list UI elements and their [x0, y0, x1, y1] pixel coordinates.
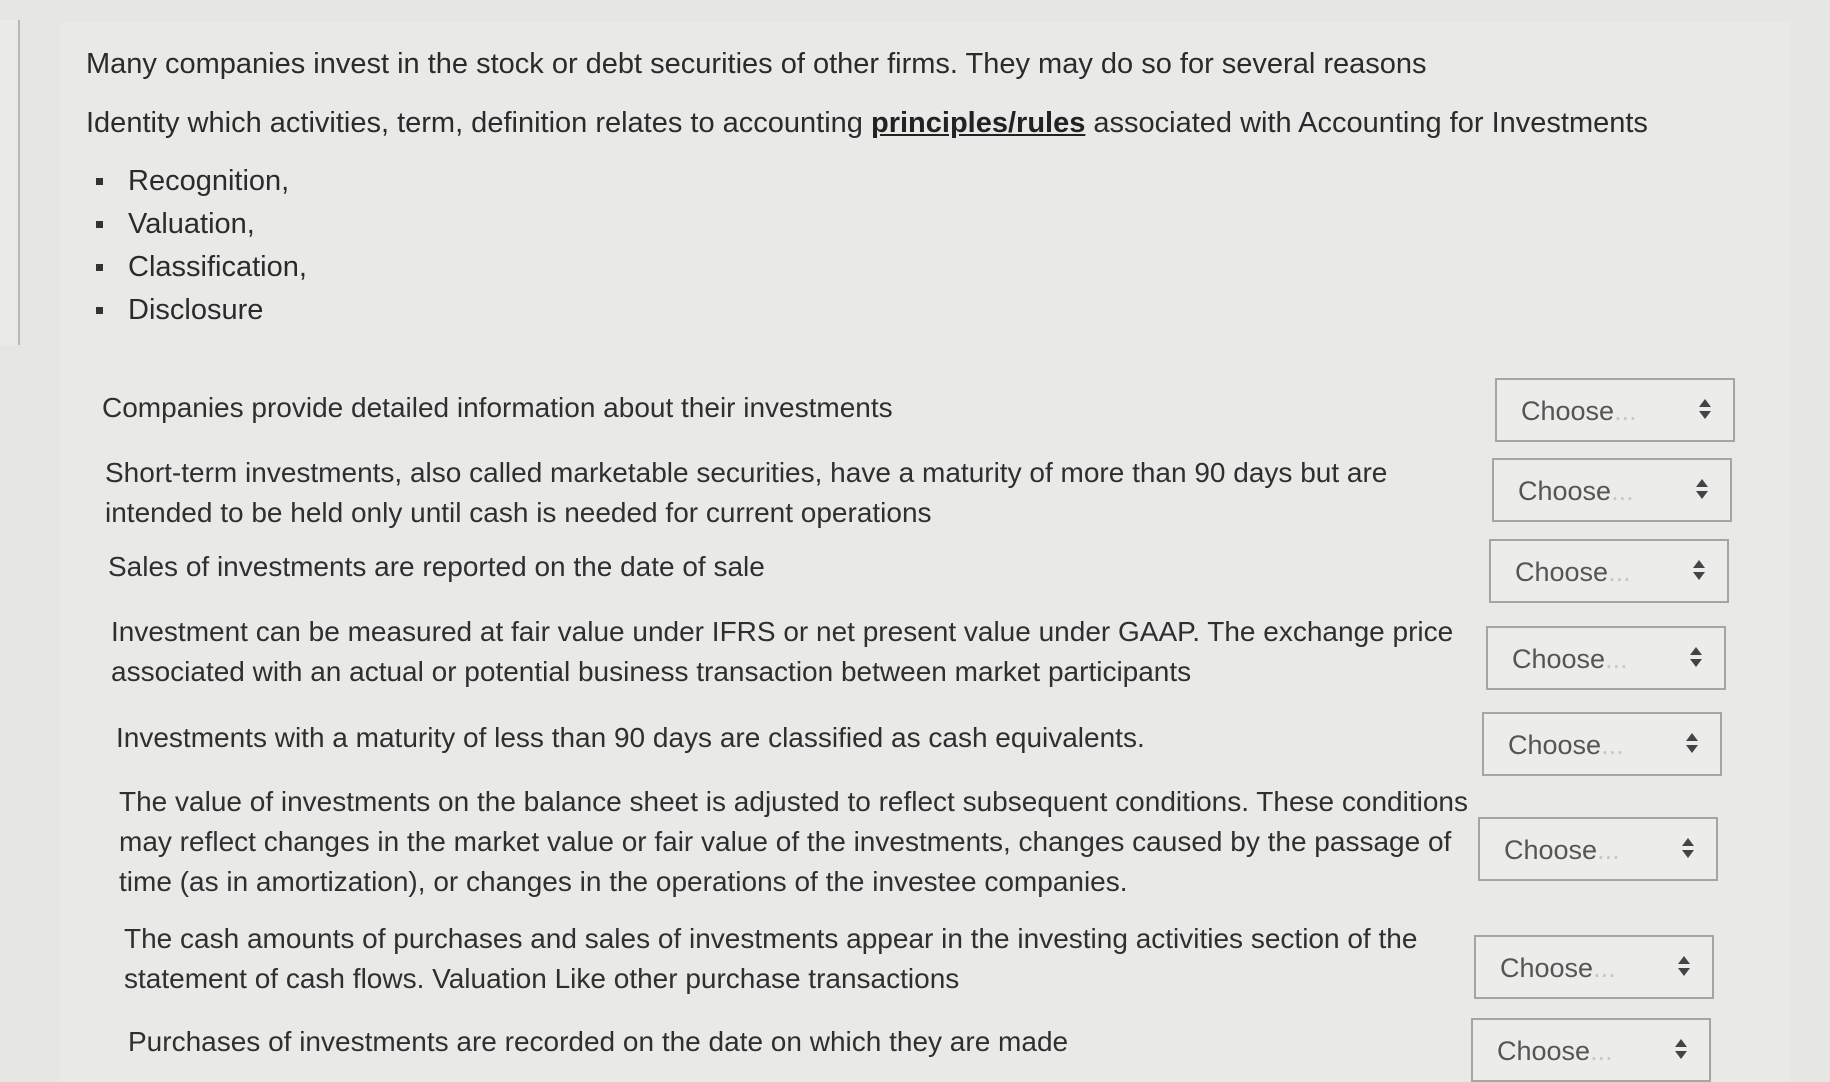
select-value: Choose [1521, 395, 1637, 427]
category-list: Recognition, Valuation, Classification, … [96, 160, 307, 332]
select-value: Choose [1504, 834, 1620, 866]
category-item-classification: Classification, [96, 246, 307, 289]
updown-arrows-icon [1696, 479, 1708, 501]
updown-arrows-icon [1678, 956, 1690, 978]
answer-select-6[interactable]: Choose [1478, 817, 1718, 881]
updown-arrows-icon [1675, 1039, 1687, 1061]
question-text-7: The cash amounts of purchases and sales … [124, 923, 1418, 994]
intro-text: Many companies invest in the stock or de… [86, 48, 1427, 80]
category-item-recognition: Recognition, [96, 160, 307, 203]
bullet-icon [96, 178, 103, 185]
updown-arrows-icon [1693, 560, 1705, 582]
category-label: Recognition, [128, 165, 290, 197]
left-frame-edge [0, 20, 20, 345]
select-value: Choose [1518, 475, 1634, 507]
select-value: Choose [1500, 952, 1616, 984]
answer-select-4[interactable]: Choose [1486, 626, 1726, 690]
bullet-icon [96, 307, 103, 314]
category-label: Classification, [128, 251, 307, 283]
answer-select-2[interactable]: Choose [1492, 458, 1732, 522]
updown-arrows-icon [1686, 733, 1698, 755]
category-label: Disclosure [128, 294, 264, 326]
category-item-disclosure: Disclosure [96, 289, 307, 332]
updown-arrows-icon [1699, 399, 1711, 421]
question-text-2: Short-term investments, also called mark… [105, 457, 1388, 528]
answer-select-3[interactable]: Choose [1489, 539, 1729, 603]
bullet-icon [96, 264, 103, 271]
instruction-suffix: associated with Accounting for Investmen… [1085, 107, 1648, 139]
answer-select-8[interactable]: Choose [1471, 1018, 1711, 1082]
select-value: Choose [1508, 729, 1624, 761]
question-text-4: Investment can be measured at fair value… [111, 616, 1454, 687]
select-value: Choose [1497, 1035, 1613, 1067]
question-text-3: Sales of investments are reported on the… [108, 551, 765, 582]
select-value: Choose [1512, 643, 1628, 675]
instruction-prefix: Identity which activities, term, definit… [86, 107, 871, 139]
instruction-text: Identity which activities, term, definit… [86, 105, 1648, 141]
question-text-1: Companies provide detailed information a… [102, 392, 893, 423]
answer-select-7[interactable]: Choose [1474, 935, 1714, 999]
updown-arrows-icon [1682, 838, 1694, 860]
principles-rules-link[interactable]: principles/rules [871, 107, 1085, 139]
answer-select-1[interactable]: Choose [1495, 378, 1735, 442]
category-label: Valuation, [128, 208, 255, 240]
bullet-icon [96, 221, 103, 228]
question-text-8: Purchases of investments are recorded on… [128, 1026, 1069, 1057]
category-item-valuation: Valuation, [96, 203, 307, 246]
question-text-5: Investments with a maturity of less than… [116, 722, 1145, 753]
answer-select-5[interactable]: Choose [1482, 712, 1722, 776]
updown-arrows-icon [1690, 647, 1702, 669]
question-text-6: The value of investments on the balance … [119, 786, 1468, 897]
select-value: Choose [1515, 556, 1631, 588]
